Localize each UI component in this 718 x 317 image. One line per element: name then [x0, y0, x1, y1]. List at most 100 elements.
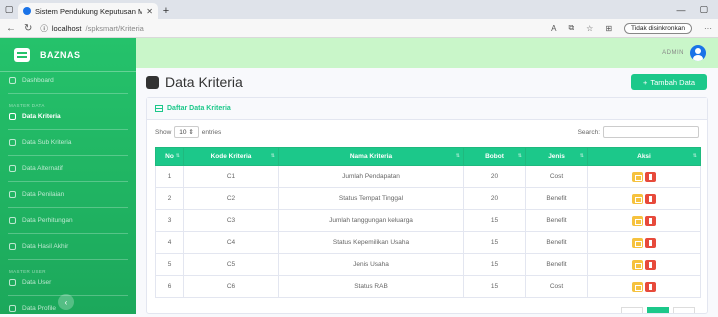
- refresh-icon[interactable]: ↻: [24, 23, 32, 34]
- avatar[interactable]: [690, 45, 706, 61]
- delete-button[interactable]: [645, 171, 656, 182]
- add-data-button[interactable]: + Tambah Data: [631, 74, 707, 90]
- card-title: Daftar Data Kriteria: [167, 105, 231, 112]
- sidebar-divider: [8, 155, 128, 156]
- sidebar-item-data-penilaian[interactable]: Data Penilaian: [0, 186, 136, 203]
- cell-kode: C2: [183, 187, 279, 210]
- edit-icon: [9, 191, 16, 198]
- column-header-jenis[interactable]: Jenis ⇅: [525, 147, 588, 166]
- cell-aksi: [587, 165, 701, 188]
- sidebar-item-label: Data Profile: [22, 305, 56, 312]
- sync-status-button[interactable]: Tidak disinkronkan: [624, 22, 692, 34]
- extensions-icon[interactable]: ⧉: [568, 23, 574, 33]
- cell-nama: Status Kepemilikan Usaha: [278, 231, 464, 254]
- edit-button[interactable]: [632, 281, 643, 292]
- table-row: 6 C6 Status RAB 15 Cost: [155, 275, 701, 298]
- edit-button[interactable]: [632, 237, 643, 248]
- edit-button[interactable]: [632, 193, 643, 204]
- edit-button[interactable]: [632, 215, 643, 226]
- header-label: Aksi: [637, 153, 651, 160]
- favicon-icon: [23, 7, 31, 15]
- header-label: Nama Kriteria: [349, 153, 393, 160]
- url-field[interactable]: ⓘ localhost/spksmart/Kriteria: [40, 23, 143, 34]
- cell-bobot: 20: [463, 165, 526, 188]
- data-card: Daftar Data Kriteria Show 10 ⇕ entries S…: [146, 97, 708, 314]
- table-row: 3 C3 Jumlah tanggungan keluarga 15 Benef…: [155, 209, 701, 232]
- column-header-bobot[interactable]: Bobot ⇅: [463, 147, 526, 166]
- url-host: localhost: [51, 23, 82, 33]
- cell-jenis: Benefit: [525, 209, 588, 232]
- user-name[interactable]: ADMIN: [662, 50, 684, 56]
- sidebar-item-data-alternatif[interactable]: Data Alternatif: [0, 160, 136, 177]
- sidebar-item-data-sub-kriteria[interactable]: Data Sub Kriteria: [0, 134, 136, 151]
- cell-kode: C1: [183, 165, 279, 188]
- users-icon: [9, 165, 16, 172]
- delete-button[interactable]: [645, 237, 656, 248]
- cube-icon: [146, 75, 159, 89]
- delete-button[interactable]: [645, 193, 656, 204]
- more-icon[interactable]: ···: [704, 24, 712, 33]
- new-tab-button[interactable]: +: [158, 3, 174, 19]
- sidebar-toggle-button[interactable]: ‹: [58, 294, 74, 310]
- entries-select[interactable]: 10 ⇕: [174, 126, 199, 138]
- header-label: No: [165, 153, 174, 160]
- table-controls: Show 10 ⇕ entries Search:: [147, 120, 707, 144]
- url-path: /spksmart/Kriteria: [85, 23, 144, 33]
- table-row: 4 C4 Status Kepemilikan Usaha 15 Benefit: [155, 231, 701, 254]
- cell-bobot: 20: [463, 187, 526, 210]
- sidebar-item-data-user[interactable]: Data User: [0, 274, 136, 291]
- show-label: Show: [155, 128, 172, 136]
- cell-no: 3: [155, 209, 184, 232]
- edit-button[interactable]: [632, 259, 643, 270]
- delete-button[interactable]: [645, 281, 656, 292]
- sidebar-item-label: Data Sub Kriteria: [22, 139, 72, 146]
- table-icon: [155, 105, 163, 112]
- maximize-icon[interactable]: ▢: [699, 4, 708, 15]
- column-header-kode[interactable]: Kode Kriteria ⇅: [183, 147, 279, 166]
- sidebar-section-heading: MASTER USER: [9, 269, 46, 274]
- favorite-icon[interactable]: ☆: [586, 24, 593, 33]
- dashboard-icon: [9, 77, 16, 84]
- cell-bobot: 15: [463, 231, 526, 254]
- sidebar-item-label: Data Penilaian: [22, 191, 65, 198]
- cubes-icon: [9, 139, 16, 146]
- delete-button[interactable]: [645, 215, 656, 226]
- search-input[interactable]: [603, 126, 699, 138]
- sidebar-item-data-hasil-akhir[interactable]: Data Hasil Akhir: [0, 238, 136, 255]
- sidebar: BAZNAS Dashboard MASTER DATA Data Kriter…: [0, 38, 136, 314]
- sidebar-item-data-kriteria[interactable]: Data Kriteria: [0, 108, 136, 125]
- pagination-page[interactable]: [647, 307, 669, 313]
- cell-nama: Jumlah tanggungan keluarga: [278, 209, 464, 232]
- close-tab-icon[interactable]: ✕: [146, 7, 153, 16]
- sidebar-divider: [8, 93, 128, 94]
- column-header-nama[interactable]: Nama Kriteria ⇅: [278, 147, 464, 166]
- delete-button[interactable]: [645, 259, 656, 270]
- read-aloud-icon[interactable]: A: [551, 24, 556, 33]
- column-header-aksi[interactable]: Aksi ⇅: [587, 147, 701, 166]
- sidebar-item-label: Data Perhitungan: [22, 217, 73, 224]
- cell-kode: C3: [183, 209, 279, 232]
- collections-icon[interactable]: ⊞: [605, 24, 612, 33]
- column-header-no[interactable]: No ⇅: [155, 147, 184, 166]
- sidebar-item-dashboard[interactable]: Dashboard: [0, 72, 136, 89]
- sidebar-item-data-perhitungan[interactable]: Data Perhitungan: [0, 212, 136, 229]
- edit-button[interactable]: [632, 171, 643, 182]
- chart-icon: [9, 243, 16, 250]
- pagination-previous[interactable]: [621, 307, 643, 313]
- sidebar-item-label: Data User: [22, 279, 52, 286]
- cell-bobot: 15: [463, 275, 526, 298]
- minimize-icon[interactable]: —: [676, 5, 685, 15]
- sort-icon: ⇅: [692, 153, 697, 159]
- criteria-table: No ⇅ Kode Kriteria ⇅ Nama Kriteria ⇅ Bobot ⇅…: [155, 147, 701, 298]
- tab-actions-icon[interactable]: ▢: [0, 0, 18, 19]
- cell-jenis: Cost: [525, 275, 588, 298]
- brand[interactable]: BAZNAS: [0, 38, 136, 72]
- sidebar-divider: [8, 129, 128, 130]
- table-row: 5 C5 Jenis Usaha 15 Benefit: [155, 253, 701, 276]
- sidebar-divider: [8, 259, 128, 260]
- back-icon[interactable]: ←: [6, 23, 16, 34]
- browser-tab[interactable]: Sistem Pendukung Keputusan M ✕: [18, 3, 158, 19]
- cell-no: 2: [155, 187, 184, 210]
- brand-logo-icon: [14, 47, 30, 62]
- pagination-next[interactable]: [673, 307, 695, 313]
